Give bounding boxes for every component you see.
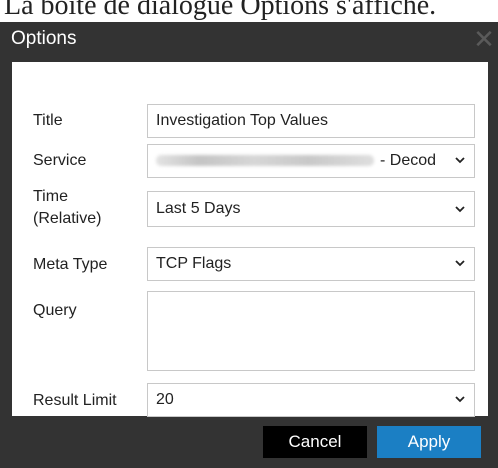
result-limit-select-value: 20	[156, 391, 174, 408]
chevron-down-icon	[455, 260, 465, 267]
meta-type-select[interactable]: TCP Flags	[147, 247, 475, 281]
meta-type-select-value: TCP Flags	[156, 255, 232, 272]
dialog-title: Options	[11, 28, 77, 49]
title-label: Title	[33, 112, 63, 129]
dialog-titlebar: Options ✕	[0, 22, 498, 60]
service-label: Service	[33, 152, 87, 169]
title-input-value: Investigation Top Values	[156, 112, 328, 129]
service-select-value: - Decod	[380, 152, 437, 169]
chevron-down-icon	[455, 396, 465, 403]
service-select[interactable]: - Decod	[147, 144, 475, 178]
dialog-body: Title Investigation Top Values Service -…	[12, 62, 488, 417]
time-label-line1: Time	[33, 188, 68, 205]
query-textarea[interactable]	[147, 291, 475, 371]
options-dialog: Options ✕ Title Investigation Top Values…	[0, 22, 498, 468]
apply-button[interactable]: Apply	[377, 426, 481, 458]
result-limit-select[interactable]: 20	[147, 383, 475, 417]
title-input[interactable]: Investigation Top Values	[147, 104, 475, 138]
chevron-down-icon	[455, 206, 465, 213]
chevron-down-icon	[455, 157, 465, 164]
time-select[interactable]: Last 5 Days	[147, 191, 475, 227]
result-limit-label: Result Limit	[33, 392, 117, 409]
close-icon[interactable]: ✕	[472, 26, 496, 54]
cancel-button[interactable]: Cancel	[263, 426, 367, 458]
meta-type-label: Meta Type	[33, 256, 108, 273]
time-select-value: Last 5 Days	[156, 200, 241, 217]
query-label: Query	[33, 302, 77, 319]
dialog-footer: Cancel Apply	[0, 418, 498, 468]
time-label-line2: (Relative)	[33, 210, 102, 227]
redacted-service-name	[156, 155, 374, 166]
caption-text: La boîte de dialogue Options s'affiche.	[4, 0, 437, 21]
